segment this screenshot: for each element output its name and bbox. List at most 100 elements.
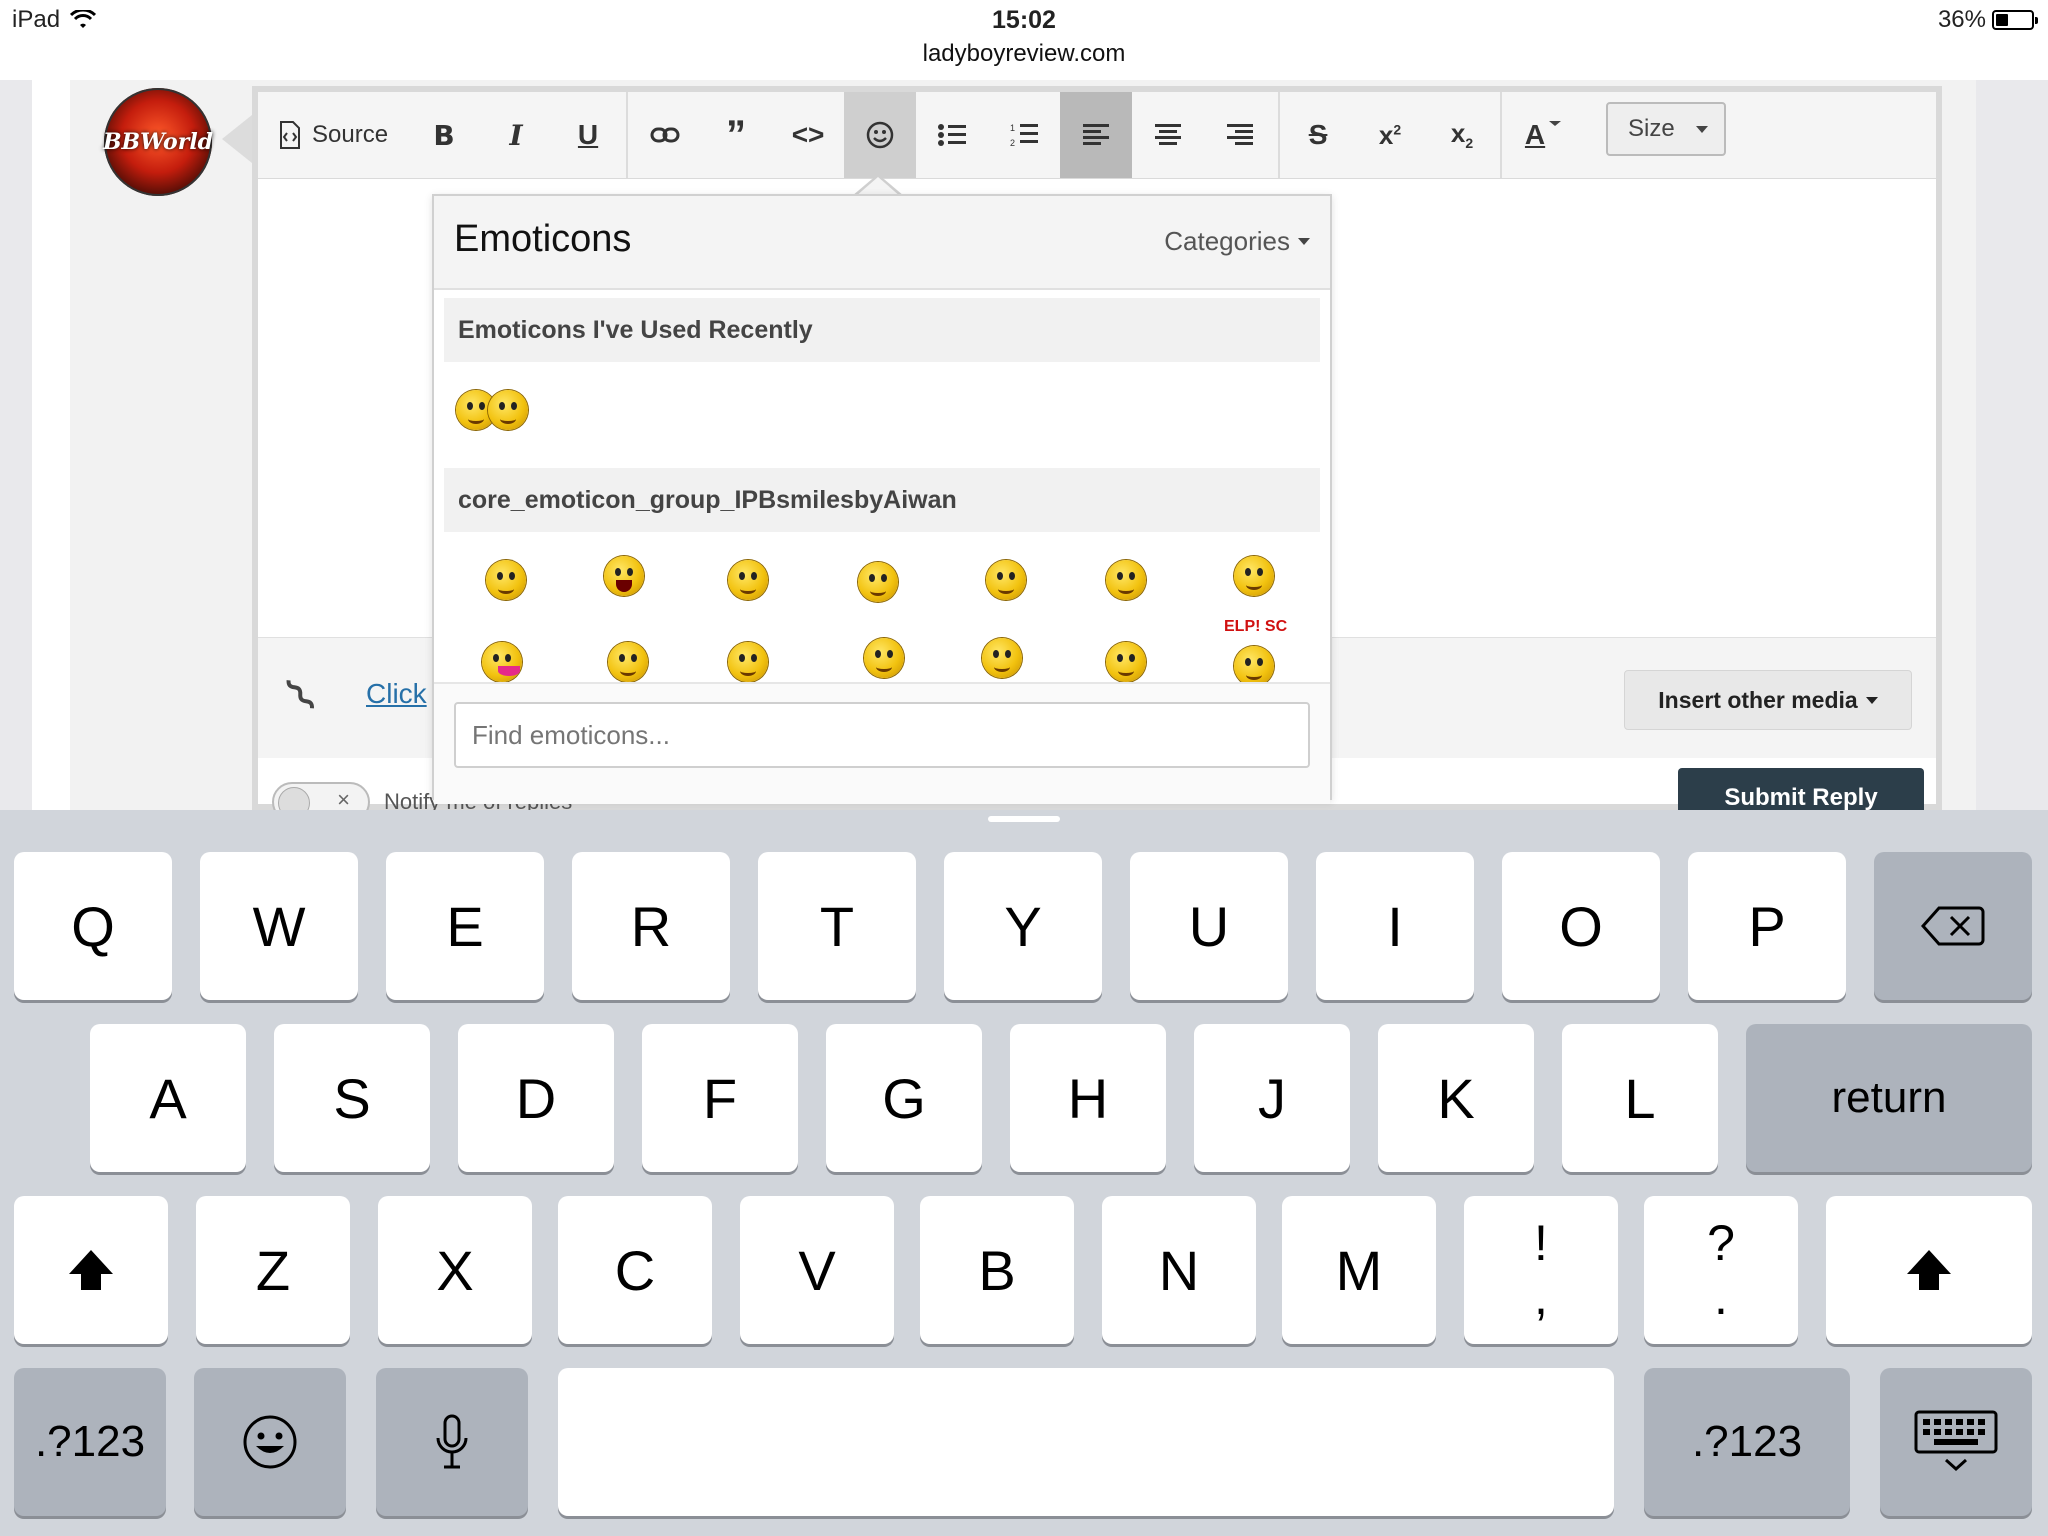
emoticon[interactable]	[728, 560, 768, 600]
key-exclamation-comma[interactable]: !,	[1464, 1196, 1618, 1344]
emoticon[interactable]	[858, 562, 898, 602]
emoticon-group-heading: core_emoticon_group_IPBsmilesbyAiwan	[444, 468, 1320, 532]
numbers-key-right[interactable]: .?123	[1644, 1368, 1850, 1516]
key-p[interactable]: P	[1688, 852, 1846, 1000]
backspace-key[interactable]	[1874, 852, 2032, 1000]
emoticon[interactable]	[1106, 642, 1146, 682]
insert-other-media-button[interactable]: Insert other media	[1624, 670, 1912, 730]
key-u[interactable]: U	[1130, 852, 1288, 1000]
dictation-key[interactable]	[376, 1368, 528, 1516]
key-a[interactable]: A	[90, 1024, 246, 1172]
emoticon[interactable]	[604, 556, 644, 596]
attach-files-link[interactable]: Click	[366, 678, 427, 710]
chevron-down-icon	[1298, 238, 1310, 245]
key-h[interactable]: H	[1010, 1024, 1166, 1172]
key-t[interactable]: T	[758, 852, 916, 1000]
shift-key-left[interactable]	[14, 1196, 168, 1344]
align-center-button[interactable]	[1132, 92, 1204, 178]
key-y[interactable]: Y	[944, 852, 1102, 1000]
key-q[interactable]: Q	[14, 852, 172, 1000]
key-s[interactable]: S	[274, 1024, 430, 1172]
strikethrough-icon: S	[1308, 119, 1328, 150]
italic-button[interactable]: I	[480, 92, 552, 178]
bullet-list-button[interactable]	[916, 92, 988, 178]
align-right-icon	[1227, 124, 1254, 145]
hide-keyboard-key[interactable]	[1880, 1368, 2032, 1516]
key-w[interactable]: W	[200, 852, 358, 1000]
emoticon[interactable]	[982, 638, 1022, 678]
subscript-button[interactable]: x2	[1426, 92, 1498, 178]
key-f[interactable]: F	[642, 1024, 798, 1172]
avatar-text: BBWorld	[102, 129, 214, 155]
key-bottom-char: ,	[1534, 1269, 1548, 1325]
numbers-key-left[interactable]: .?123	[14, 1368, 166, 1516]
recent-emoticon[interactable]	[488, 390, 528, 430]
key-n[interactable]: N	[1102, 1196, 1256, 1344]
quote-button[interactable]: ”	[700, 92, 772, 178]
font-size-dropdown[interactable]: Size	[1606, 102, 1727, 156]
emoticon-row: ELP! SC	[434, 618, 1330, 682]
toolbar-divider	[1278, 92, 1281, 178]
align-left-button[interactable]	[1060, 92, 1133, 178]
emoticon[interactable]	[608, 642, 648, 682]
key-k[interactable]: K	[1378, 1024, 1534, 1172]
key-e[interactable]: E	[386, 852, 544, 1000]
align-right-button[interactable]	[1204, 92, 1276, 178]
key-l[interactable]: L	[1562, 1024, 1718, 1172]
emoticon-row	[434, 532, 1330, 622]
emoticon[interactable]	[864, 638, 904, 678]
emoticon[interactable]	[486, 560, 526, 600]
key-x[interactable]: X	[378, 1196, 532, 1344]
key-r[interactable]: R	[572, 852, 730, 1000]
key-question-period[interactable]: ?.	[1644, 1196, 1798, 1344]
key-v[interactable]: V	[740, 1196, 894, 1344]
categories-dropdown[interactable]: Categories	[1164, 226, 1310, 257]
key-m[interactable]: M	[1282, 1196, 1436, 1344]
bold-button[interactable]: B	[408, 92, 480, 178]
emoji-key[interactable]	[194, 1368, 346, 1516]
emoticon[interactable]	[482, 642, 522, 682]
key-c[interactable]: C	[558, 1196, 712, 1344]
return-key[interactable]: return	[1746, 1024, 2032, 1172]
emoticon-button[interactable]	[844, 92, 917, 178]
numbered-list-button[interactable]: 12	[988, 92, 1060, 178]
key-top-char: ?	[1707, 1215, 1735, 1271]
editor-toolbar: Source B I U ” <> 12 S x2 x2 A Size	[258, 92, 1936, 179]
source-button[interactable]: Source	[258, 92, 408, 178]
underline-button[interactable]: U	[552, 92, 624, 178]
keyboard-dismiss-icon	[1914, 1410, 1998, 1472]
keyboard-handle[interactable]	[988, 816, 1060, 822]
shift-icon	[1907, 1250, 1951, 1290]
emoticon[interactable]	[1106, 560, 1146, 600]
key-o[interactable]: O	[1502, 852, 1660, 1000]
shift-key-right[interactable]	[1826, 1196, 2032, 1344]
key-b[interactable]: B	[920, 1196, 1074, 1344]
emoticon[interactable]	[1234, 646, 1274, 682]
toolbar-divider	[626, 92, 629, 178]
key-g[interactable]: G	[826, 1024, 982, 1172]
emoticon-icon	[866, 121, 894, 149]
key-z[interactable]: Z	[196, 1196, 350, 1344]
key-j[interactable]: J	[1194, 1024, 1350, 1172]
link-button[interactable]	[630, 92, 700, 178]
emoticon[interactable]	[728, 642, 768, 682]
key-d[interactable]: D	[458, 1024, 614, 1172]
space-key[interactable]	[558, 1368, 1614, 1516]
superscript-icon: x2	[1378, 119, 1402, 150]
key-i[interactable]: I	[1316, 852, 1474, 1000]
emoticon[interactable]	[1234, 556, 1274, 596]
categories-label: Categories	[1164, 226, 1290, 256]
code-button[interactable]: <>	[772, 92, 844, 178]
key-top-char: !	[1534, 1215, 1548, 1271]
avatar[interactable]: BBWorld	[102, 88, 214, 196]
superscript-button[interactable]: x2	[1354, 92, 1426, 178]
numbered-list-icon: 12	[1010, 123, 1039, 148]
emoticon[interactable]	[986, 560, 1026, 600]
address-bar-url[interactable]: ladyboyreview.com	[0, 40, 2048, 68]
emoticons-popup: Emoticons Categories Emoticons I've Used…	[432, 194, 1332, 804]
emoticon-search-input[interactable]	[454, 702, 1310, 768]
emoticon-search-bar	[434, 682, 1330, 804]
text-color-button[interactable]: A	[1504, 92, 1582, 178]
recent-emoticons-heading: Emoticons I've Used Recently	[444, 298, 1320, 362]
strikethrough-button[interactable]: S	[1282, 92, 1354, 178]
